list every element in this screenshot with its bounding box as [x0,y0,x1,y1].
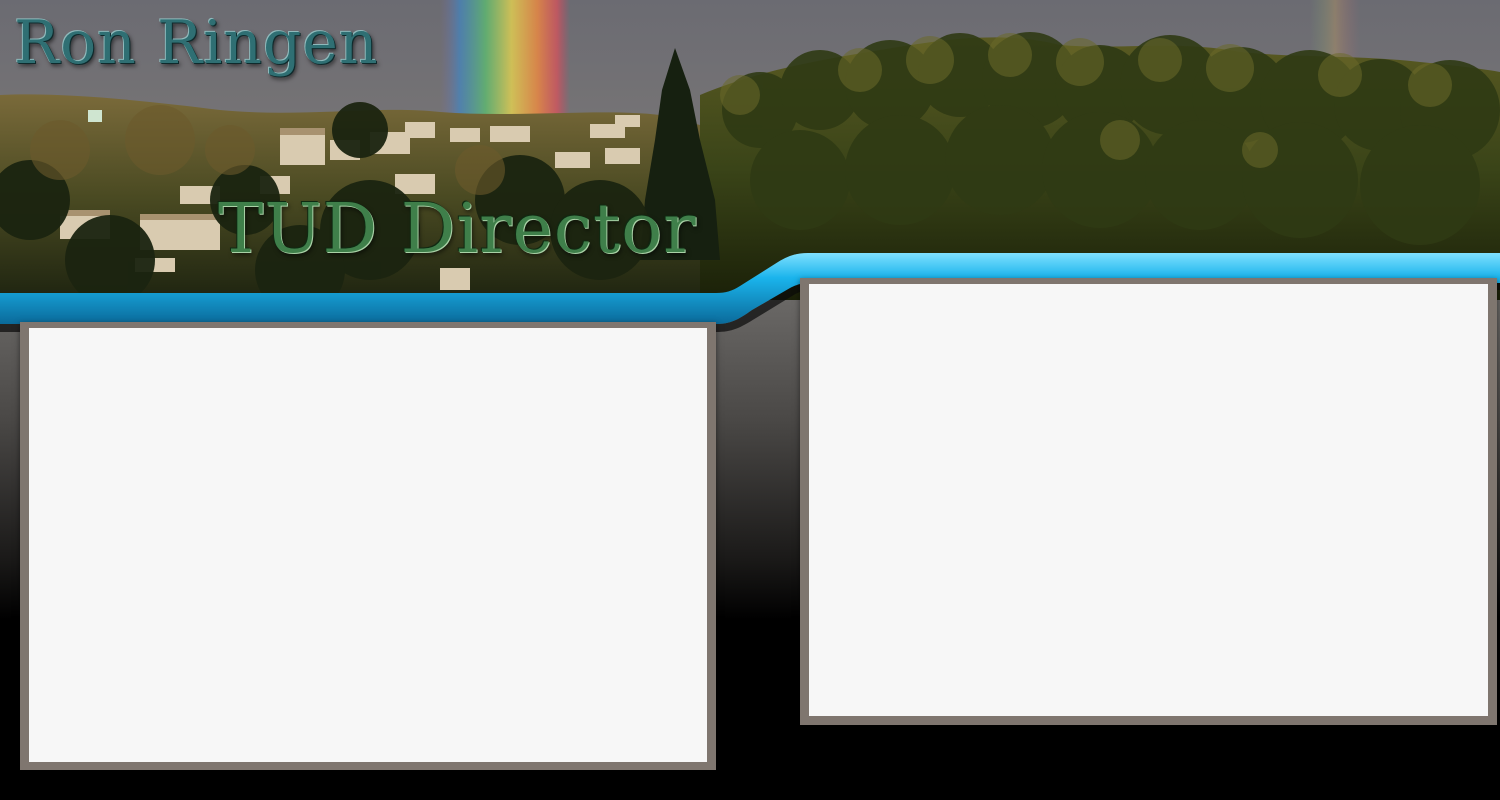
content-panel-right [800,278,1497,725]
content-panel-right-body [809,284,1488,716]
content-panel-left [20,322,716,770]
content-panel-left-body [29,328,707,762]
page: Ron Ringen TUD Director [0,0,1500,800]
site-name: Ron Ringen [14,8,379,78]
